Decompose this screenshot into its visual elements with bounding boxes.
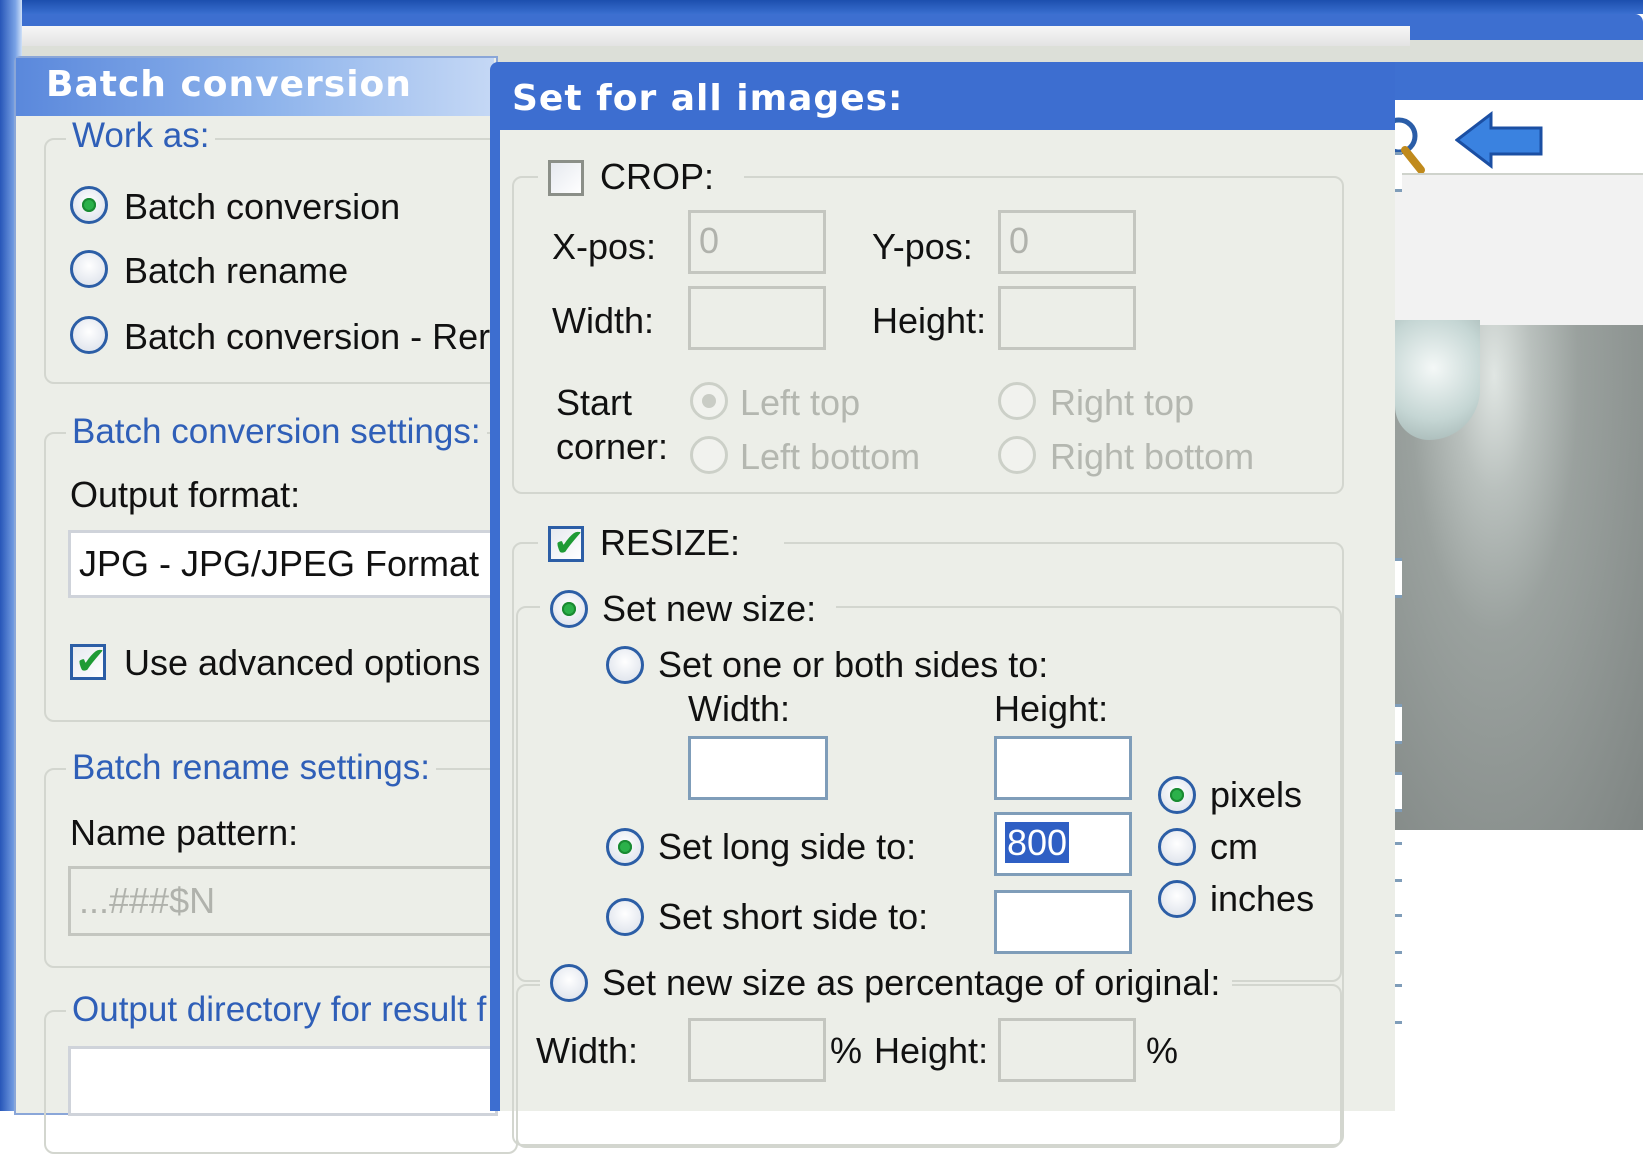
- corner-right-top-label[interactable]: Right top: [1050, 382, 1194, 424]
- crop-height-input[interactable]: [998, 286, 1136, 350]
- pct-height-input[interactable]: [998, 1018, 1136, 1082]
- pct-width-symbol: %: [830, 1030, 863, 1071]
- one-or-both-sides-radio[interactable]: [606, 646, 644, 684]
- corner-left-bottom-label[interactable]: Left bottom: [740, 436, 920, 478]
- output-format-select[interactable]: JPG - JPG/JPEG Format: [68, 530, 498, 598]
- set-new-size-label[interactable]: Set new size:: [602, 588, 816, 630]
- use-advanced-options-checkbox[interactable]: [70, 639, 107, 683]
- output-directory-legend: Output directory for result f: [66, 990, 493, 1030]
- start-corner-label-line2: corner:: [556, 426, 669, 467]
- batch-panel-title: Batch conversion: [46, 64, 412, 105]
- radio-batch-conversion[interactable]: [70, 186, 108, 224]
- unit-cm-radio[interactable]: [1158, 828, 1196, 866]
- output-directory-input[interactable]: [68, 1046, 498, 1116]
- work-as-legend: Work as:: [66, 116, 216, 156]
- unit-inches-radio[interactable]: [1158, 880, 1196, 918]
- desktop-top-strip: [0, 0, 1643, 14]
- long-side-input[interactable]: 800: [994, 812, 1132, 876]
- preview-toolbar: [1395, 100, 1643, 177]
- resize-width-label: Width:: [688, 688, 791, 729]
- radio-batch-conversion-rename[interactable]: [70, 316, 108, 354]
- resize-height-input[interactable]: [994, 736, 1132, 800]
- output-format-label: Output format:: [70, 474, 301, 515]
- set-short-side-label[interactable]: Set short side to:: [658, 896, 928, 938]
- pct-height-symbol: %: [1146, 1030, 1179, 1071]
- back-arrow-icon[interactable]: [1455, 110, 1545, 170]
- pct-height-label: Height:: [874, 1030, 989, 1071]
- resize-height-label: Height:: [994, 688, 1109, 729]
- resize-label[interactable]: RESIZE:: [600, 522, 740, 564]
- unit-pixels-radio[interactable]: [1158, 776, 1196, 814]
- corner-right-bottom-radio[interactable]: [998, 436, 1036, 474]
- radio-batch-rename-label[interactable]: Batch rename: [124, 250, 348, 292]
- one-or-both-sides-label[interactable]: Set one or both sides to:: [658, 644, 1048, 686]
- set-long-side-radio[interactable]: [606, 828, 644, 866]
- background-window-strip: [20, 26, 1410, 46]
- percentage-radio[interactable]: [550, 964, 588, 1002]
- preview-toolbar-lower: [1395, 175, 1643, 325]
- radio-batch-conversion-label[interactable]: Batch conversion: [124, 186, 400, 228]
- unit-cm-label[interactable]: cm: [1210, 826, 1258, 868]
- name-pattern-label: Name pattern:: [70, 812, 299, 853]
- crop-ypos-label: Y-pos:: [872, 226, 973, 267]
- crop-ypos-input[interactable]: 0: [998, 210, 1136, 274]
- unit-pixels-label[interactable]: pixels: [1210, 774, 1302, 816]
- percentage-label[interactable]: Set new size as percentage of original:: [602, 962, 1220, 1004]
- crop-label[interactable]: CROP:: [600, 156, 714, 198]
- conversion-settings-legend: Batch conversion settings:: [66, 412, 487, 452]
- corner-left-top-radio[interactable]: [690, 382, 728, 420]
- start-corner-label-line1: Start: [556, 382, 633, 423]
- crop-xpos-input[interactable]: 0: [688, 210, 826, 274]
- unit-inches-label[interactable]: inches: [1210, 878, 1314, 920]
- crop-xpos-label: X-pos:: [552, 226, 657, 267]
- rename-settings-legend: Batch rename settings:: [66, 748, 436, 788]
- long-side-value-selected: 800: [1005, 822, 1070, 863]
- resize-width-input[interactable]: [688, 736, 828, 800]
- corner-right-bottom-label[interactable]: Right bottom: [1050, 436, 1254, 478]
- corner-left-bottom-radio[interactable]: [690, 436, 728, 474]
- set-new-size-radio[interactable]: [550, 590, 588, 628]
- short-side-input[interactable]: [994, 890, 1132, 954]
- preview-image-lamp: [1395, 320, 1480, 440]
- pct-width-input[interactable]: [688, 1018, 826, 1082]
- crop-checkbox[interactable]: [548, 160, 584, 196]
- use-advanced-options-label[interactable]: Use advanced options: [124, 642, 480, 684]
- pct-width-label: Width:: [536, 1030, 639, 1071]
- radio-batch-rename[interactable]: [70, 250, 108, 288]
- set-short-side-radio[interactable]: [606, 898, 644, 936]
- set-long-side-label[interactable]: Set long side to:: [658, 826, 916, 868]
- preview-blank-area: [1395, 830, 1643, 1111]
- resize-checkbox[interactable]: [548, 521, 585, 565]
- dialog-title: Set for all images:: [512, 78, 904, 119]
- corner-left-top-label[interactable]: Left top: [740, 382, 860, 424]
- crop-width-input[interactable]: [688, 286, 826, 350]
- crop-width-label: Width:: [552, 300, 655, 341]
- radio-batch-conversion-rename-label[interactable]: Batch conversion - Rer: [124, 316, 490, 358]
- crop-height-label: Height:: [872, 300, 987, 341]
- corner-right-top-radio[interactable]: [998, 382, 1036, 420]
- name-pattern-input[interactable]: ...###$N: [68, 866, 498, 936]
